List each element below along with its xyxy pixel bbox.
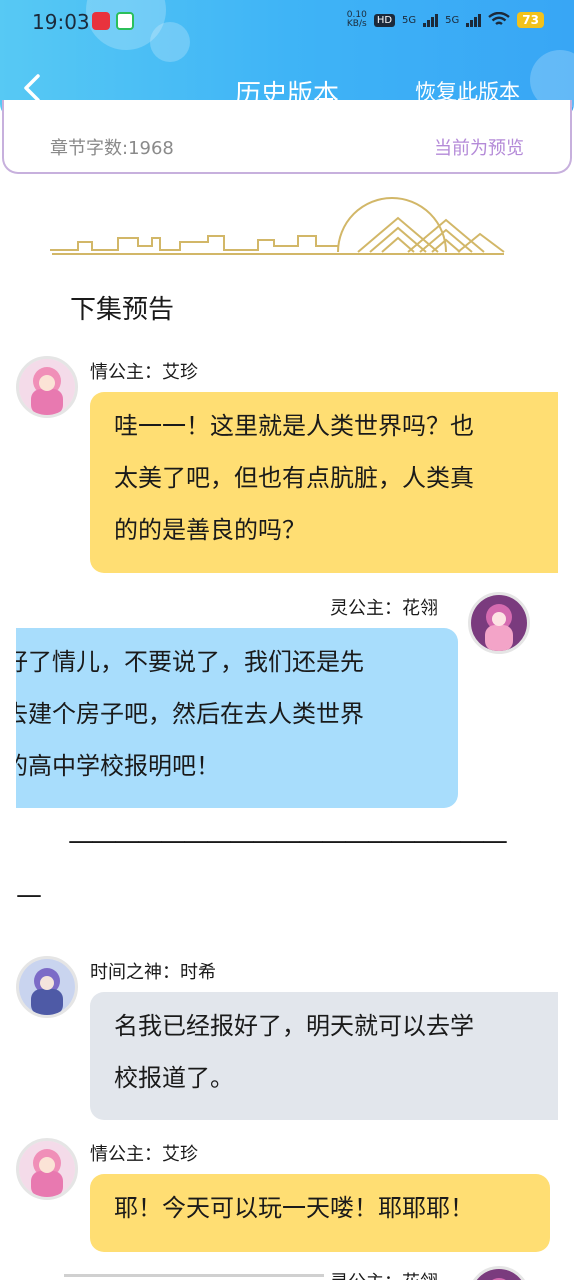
message-line: 耶！今天可以玩一天喽！耶耶耶！ (114, 1194, 474, 1222)
avatar[interactable] (468, 592, 530, 654)
battery-icon: 73 (517, 12, 544, 28)
speaker-name: 灵公主：花翎 (330, 598, 438, 619)
speaker-name: 时间之神：时希 (90, 962, 216, 983)
net-speed: 0.10 KB/s (346, 10, 367, 29)
message-line: 的的是善良的吗？ (114, 516, 306, 544)
notification-app-icon (92, 12, 110, 30)
preview-status: 当前为预览 (434, 138, 524, 159)
dash-separator-tail: — (16, 880, 42, 910)
avatar-image (19, 959, 75, 1015)
message-bubble: 哇一一！这里就是人类世界吗？也 太美了吧，但也有点肮脏，人类真 的的是善良的吗？ (90, 392, 558, 573)
message-line: 校报道了。 (114, 1064, 234, 1092)
message-bubble: 名我已经报好了，明天就可以去学 校报道了。 (90, 992, 558, 1120)
hd-icon: HD (373, 13, 396, 27)
message-line: 去建个房子吧，然后在去人类世界 (16, 700, 364, 728)
avatar-image (19, 1141, 75, 1197)
chapter-info-card: 章节字数:1968 当前为预览 (2, 100, 572, 174)
avatar-image (471, 595, 527, 651)
signal-icon (466, 13, 482, 27)
speaker-name: 情公主：艾珍 (90, 362, 198, 383)
speaker-name: 情公主：艾珍 (90, 1144, 198, 1165)
network-5g-label: 5G (402, 14, 417, 26)
message-line: 的高中学校报明吧！ (16, 752, 220, 780)
status-time: 19:03 (32, 10, 90, 34)
message-bubble: 好了情儿，不要说了，我们还是先 去建个房子吧，然后在去人类世界 的高中学校报明吧… (16, 628, 458, 808)
wifi-icon (488, 12, 511, 25)
signal-icon (423, 13, 439, 27)
scroll-edge-line (64, 1274, 324, 1277)
avatar-image (19, 359, 75, 415)
avatar[interactable] (468, 1266, 530, 1280)
avatar-image (471, 1269, 527, 1280)
message-line: 哇一一！这里就是人类世界吗？也 (114, 412, 474, 440)
message-line: 太美了吧，但也有点肮脏，人类真 (114, 464, 474, 492)
notification-app-icon (116, 12, 134, 30)
avatar[interactable] (16, 356, 78, 418)
message-bubble: 耶！今天可以玩一天喽！耶耶耶！ (90, 1174, 550, 1252)
word-count: 章节字数:1968 (50, 138, 174, 159)
avatar[interactable] (16, 956, 78, 1018)
speaker-name: 灵公主：花翎 (330, 1268, 438, 1280)
avatar[interactable] (16, 1138, 78, 1200)
message-line: 好了情儿，不要说了，我们还是先 (16, 648, 364, 676)
status-indicators: 0.10 KB/s HD 5G 5G 73 (347, 11, 544, 29)
message-line: 名我已经报好了，明天就可以去学 (114, 1012, 474, 1040)
section-heading: 下集预告 (70, 295, 175, 325)
ornament-divider (50, 197, 505, 255)
dash-separator: ——————————————————— (68, 826, 508, 856)
network-5g-label: 5G (445, 14, 460, 26)
status-bar: 19:03 0.10 KB/s HD 5G 5G 73 (0, 0, 574, 46)
